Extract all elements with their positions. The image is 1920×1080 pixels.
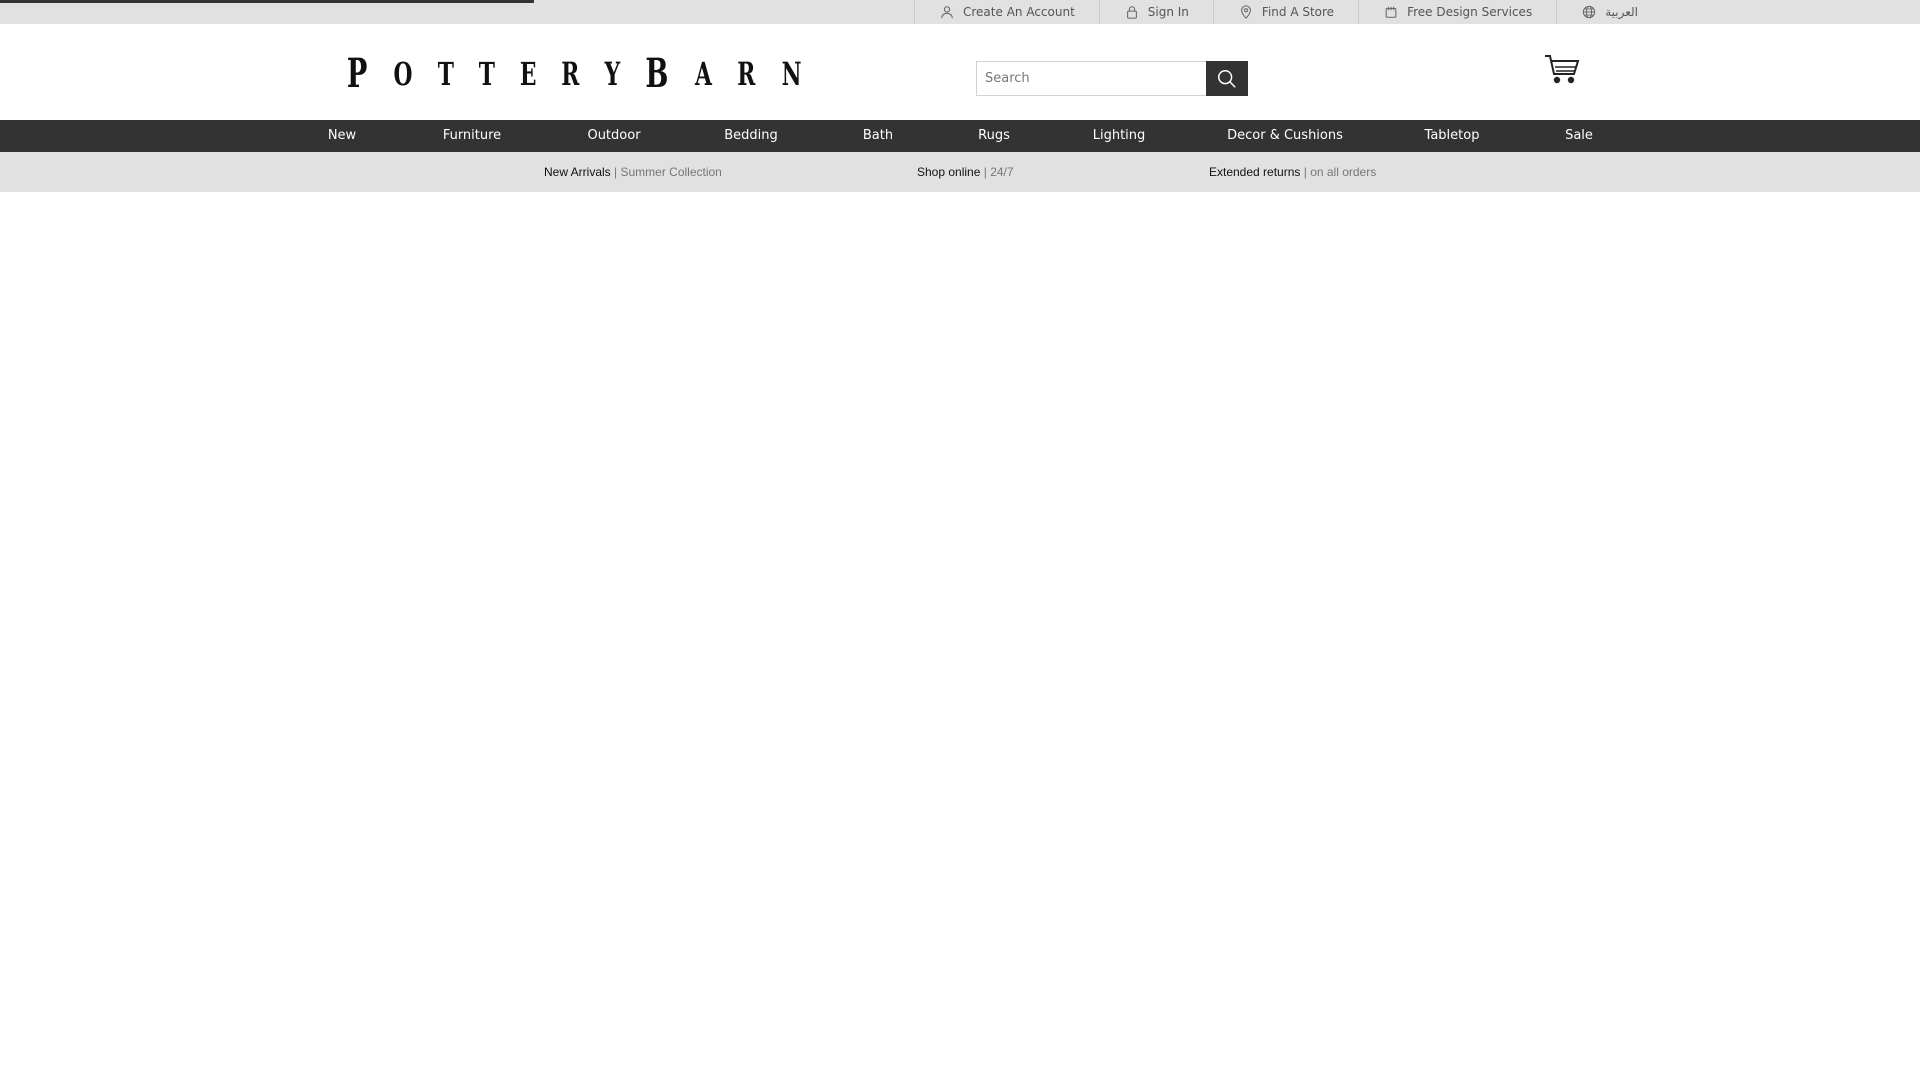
logo-letter: E [519,55,537,93]
globe-icon [1581,4,1597,20]
promo-shop-online-subtitle: 24/7 [990,165,1014,179]
user-icon [939,4,955,20]
nav-item-rugs[interactable]: Rugs [978,120,1010,152]
sign-in-link[interactable]: Sign In [1098,0,1213,24]
promo-shop-online[interactable]: Shop online | 24/7 [917,152,1014,192]
logo-letter: T [478,55,495,93]
design-services-icon [1383,4,1399,20]
language-arabic-link[interactable]: العربية [1556,0,1662,24]
promo-new-arrivals-subtitle: Summer Collection [620,165,722,179]
promo-new-arrivals-title: New Arrivals [544,165,611,179]
utility-links: Create An Account Sign In Find A Store F… [914,0,1662,24]
logo-letter: P [346,50,368,97]
map-pin-icon [1238,4,1254,20]
nav-item-tabletop[interactable]: Tabletop [1425,120,1480,152]
promo-extended-returns-title: Extended returns [1209,165,1301,179]
promo-new-arrivals[interactable]: New Arrivals | Summer Collection [544,152,722,192]
nav-item-new[interactable]: New [328,120,356,152]
logo-letter: Y [604,55,620,93]
logo-letter: R [561,55,580,93]
cart-icon [1545,55,1580,84]
promo-extended-returns-subtitle: on all orders [1310,165,1377,179]
free-design-services-label: Free Design Services [1407,5,1533,19]
logo-letter: B [645,50,669,97]
main-navigation: New Furniture Outdoor Bedding Bath Rugs … [0,120,1920,152]
nav-item-sale[interactable]: Sale [1565,120,1593,152]
page-loading-progress-fill [0,0,534,3]
promo-bar: New Arrivals | Summer Collection Shop on… [0,152,1920,192]
language-arabic-label: العربية [1605,5,1638,19]
create-account-link[interactable]: Create An Account [914,0,1099,24]
logo-letter: N [781,55,802,93]
search-form [976,61,1248,96]
logo-letter: R [737,55,756,93]
nav-item-bedding[interactable]: Bedding [724,120,778,152]
logo-letter: T [437,55,454,93]
nav-item-furniture[interactable]: Furniture [443,120,501,152]
logo-letter: O [393,55,413,93]
logo-letter: A [695,55,713,93]
promo-separator: | [1300,165,1311,179]
promo-separator: | [610,165,621,179]
cart-button[interactable] [1544,54,1580,84]
pottery-barn-logo[interactable]: POTTERYBARN [342,54,806,94]
search-button[interactable] [1206,61,1248,96]
nav-item-lighting[interactable]: Lighting [1093,120,1146,152]
free-design-services-link[interactable]: Free Design Services [1358,0,1556,24]
search-input[interactable] [976,61,1206,96]
nav-item-decor-cushions[interactable]: Decor & Cushions [1227,120,1343,152]
promo-separator: | [980,165,991,179]
page-loading-progress-bar [0,0,1920,3]
create-account-label: Create An Account [963,5,1075,19]
find-store-label: Find A Store [1261,5,1335,19]
nav-item-outdoor[interactable]: Outdoor [587,120,640,152]
search-icon [1218,69,1236,88]
promo-shop-online-title: Shop online [917,165,981,179]
find-store-link[interactable]: Find A Store [1212,0,1358,24]
utility-bar: Create An Account Sign In Find A Store F… [0,0,1920,24]
nav-item-bath[interactable]: Bath [863,120,893,152]
lock-icon [1124,4,1140,20]
promo-extended-returns[interactable]: Extended returns | on all orders [1209,152,1376,192]
site-header: POTTERYBARN [0,24,1920,120]
sign-in-label: Sign In [1147,5,1189,19]
